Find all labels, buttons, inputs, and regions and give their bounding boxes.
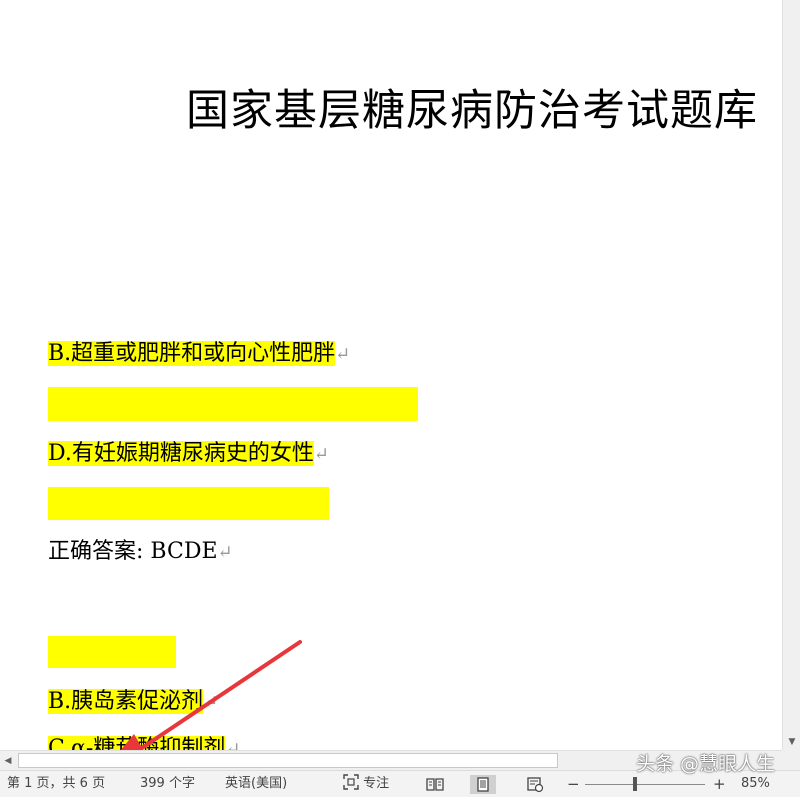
highlight-block: [48, 636, 176, 668]
document-line[interactable]: B.超重或肥胖和或向心性肥胖↵: [48, 337, 350, 370]
document-title: 国家基层糖尿病防治考试题库: [186, 86, 758, 136]
web-layout-button[interactable]: [522, 775, 548, 794]
print-layout-button[interactable]: [470, 775, 496, 794]
paragraph-mark: ↵: [217, 542, 233, 563]
document-line[interactable]: B.胰岛素促泌剂↵: [48, 685, 218, 718]
zoom-slider-thumb[interactable]: [633, 777, 637, 791]
answer-text: 正确答案: BCDE: [48, 539, 218, 564]
document-page[interactable]: 国家基层糖尿病防治考试题库 B.超重或肥胖和或向心性肥胖↵ D.有妊娠期糖尿病史…: [0, 0, 782, 750]
highlighted-text: D.有妊娠期糖尿病史的女性: [48, 441, 314, 466]
word-count[interactable]: 399 个字: [140, 771, 195, 798]
left-arrow-icon[interactable]: ◀: [2, 754, 14, 768]
zoom-slider[interactable]: [585, 784, 705, 785]
paragraph-mark: ↵: [335, 344, 351, 365]
document-line[interactable]: D.有妊娠期糖尿病史的女性↵: [48, 437, 329, 470]
web-layout-icon: [527, 777, 544, 793]
read-mode-icon: [426, 778, 444, 791]
paragraph-mark: ↵: [313, 444, 329, 465]
print-layout-icon: [477, 777, 489, 792]
document-line[interactable]: 正确答案: BCDE↵: [48, 535, 233, 568]
scrollbar-corner: [782, 750, 800, 770]
highlight-block: [48, 487, 329, 520]
scrollbar-thumb[interactable]: [18, 753, 558, 768]
down-arrow-icon[interactable]: ▼: [786, 736, 798, 748]
highlighted-text: B.胰岛素促泌剂: [48, 689, 204, 714]
focus-label: 专注: [363, 776, 390, 791]
focus-icon: [343, 774, 359, 790]
highlight-block: [48, 387, 418, 421]
vertical-scrollbar[interactable]: ▼: [782, 0, 800, 750]
zoom-out-button[interactable]: −: [567, 771, 580, 798]
paragraph-mark: ↵: [203, 692, 219, 713]
watermark: 头条 @慧眼人生: [636, 753, 776, 775]
paragraph-mark: ↵: [225, 739, 241, 750]
page-info[interactable]: 第 1 页，共 6 页: [7, 771, 105, 798]
highlighted-text: B.超重或肥胖和或向心性肥胖: [48, 341, 336, 366]
focus-button[interactable]: 专注: [343, 771, 389, 798]
document-line[interactable]: C.α-糖苷酶抑制剂↵: [48, 732, 240, 750]
language-indicator[interactable]: 英语(美国): [225, 771, 287, 798]
highlighted-text: C.α-糖苷酶抑制剂: [48, 736, 226, 750]
read-mode-button[interactable]: [422, 775, 448, 794]
